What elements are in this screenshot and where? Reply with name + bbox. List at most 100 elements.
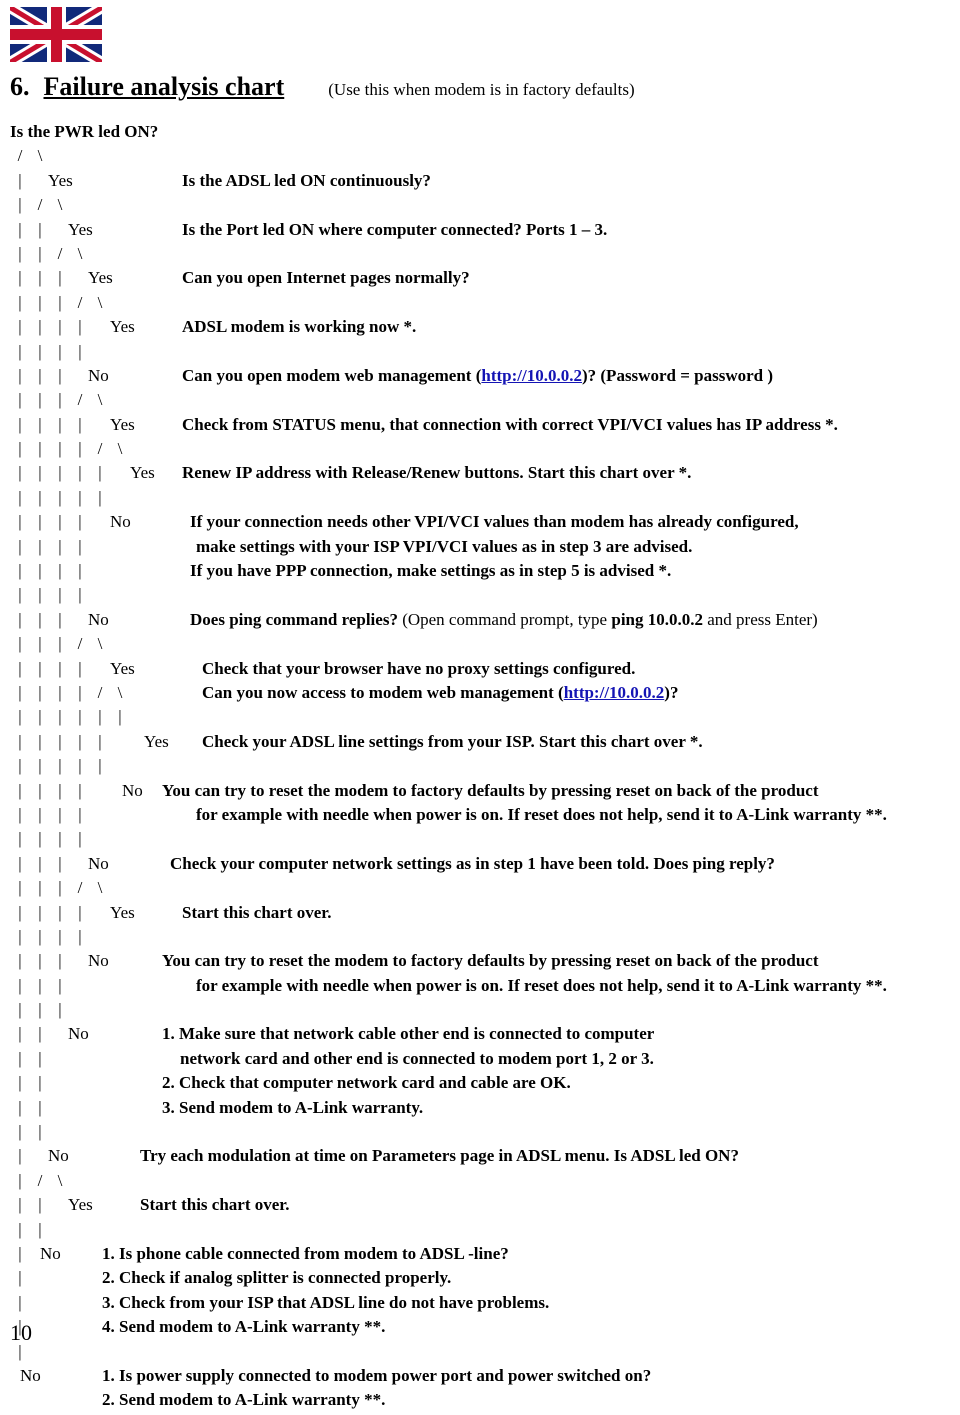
web-management-link[interactable]: http://10.0.0.2 [481, 366, 582, 385]
tree-pipe: | [58, 804, 62, 824]
tree-connectors: | | | | [10, 512, 90, 532]
tree-branch-right: \ [37, 146, 43, 166]
chart-row: | | | | [10, 342, 956, 366]
tree-connectors: | | | | [10, 903, 90, 923]
tree-pipe: | [18, 487, 22, 507]
chart-row: | | | No You can try to reset the modem to f… [10, 951, 956, 975]
branch-label-yes: Yes [68, 219, 93, 239]
tree-connectors: | | | | | | [10, 707, 130, 727]
tree-pipe: | [58, 707, 62, 727]
branch-label-yes: Yes [110, 902, 135, 922]
tree-connectors: | | [10, 1049, 50, 1069]
branch-label-no: No [40, 1243, 61, 1263]
chart-row: / \ [10, 146, 956, 170]
tree-connectors: | | | | | [10, 732, 110, 752]
chart-row: | | | | If you have PPP connection, make set… [10, 561, 956, 585]
chart-row: | | 2. Check that computer network card an… [10, 1073, 956, 1097]
tree-pipe: | [18, 536, 22, 556]
tree-pipe: | [38, 902, 42, 922]
tree-pipe: | [38, 487, 42, 507]
chart-row: | | | No Check your computer network setting… [10, 854, 956, 878]
tree-connectors: | | | | [10, 829, 90, 849]
tree-pipe: | [18, 1048, 22, 1068]
tree-pipe: | [38, 804, 42, 824]
tree-pipe: | [38, 853, 42, 873]
chart-row: | | | [10, 1000, 956, 1024]
chart-row: No 1. Is power supply connected to modem … [10, 1366, 956, 1390]
chart-row: | | network card and other end is connecte… [10, 1049, 956, 1073]
tree-pipe: | [18, 1097, 22, 1117]
chart-row: 2. Send modem to A-Link warranty **. [10, 1390, 956, 1414]
chart-row: | | | | make settings with your ISP VPI/VCI … [10, 537, 956, 561]
tree-connectors: | | [10, 220, 50, 240]
chart-step-text: make settings with your ISP VPI/VCI valu… [196, 536, 693, 556]
tree-pipe: | [38, 585, 42, 605]
tree-connectors: | | | | [10, 415, 90, 435]
tree-pipe: | [18, 1170, 22, 1190]
inline-bold-text: ping 10.0.0.2 [611, 609, 703, 629]
chart-row: | No Try each modulation at time on Parame… [10, 1146, 956, 1170]
tree-connectors: | | | [10, 1000, 70, 1020]
tree-pipe: | [18, 731, 22, 751]
tree-branch-left: / [77, 390, 83, 410]
tree-pipe: | [38, 1097, 42, 1117]
tree-pipe: | [18, 1292, 22, 1312]
chart-step-text: If your connection needs other VPI/VCI v… [190, 512, 799, 532]
chart-step-text: Renew IP address with Release/Renew butt… [182, 463, 692, 483]
branch-label-no: No [68, 1024, 89, 1044]
tree-connectors: | | | [10, 976, 70, 996]
tree-pipe: | [18, 512, 22, 532]
tree-branch-left: / [77, 292, 83, 312]
chart-step-text: Start this chart over. [140, 1195, 290, 1215]
tree-pipe: | [18, 829, 22, 849]
chart-row: | | | | | [10, 488, 956, 512]
tree-pipe: | [78, 317, 82, 337]
chart-row: | | | | | Yes Renew IP address with Release/Re… [10, 463, 956, 487]
chart-row: | | | | Yes Check from STATUS menu, that conn… [10, 415, 956, 439]
tree-pipe: | [98, 731, 102, 751]
chart-row: | | | | | Yes Check your ADSL line settings fr… [10, 732, 956, 756]
branch-label-no: No [20, 1365, 41, 1385]
tree-pipe: | [18, 756, 22, 776]
tree-branch-left: / [77, 634, 83, 654]
branch-label-yes: Yes [144, 731, 169, 751]
branch-label-yes: Yes [130, 463, 155, 483]
tree-pipe: | [58, 512, 62, 532]
chart-row: | | | No Can you open modem web management (… [10, 366, 956, 390]
chart-row: | 2. Check if analog splitter is connecte… [10, 1268, 956, 1292]
chart-step-text: You can try to reset the modem to factor… [162, 951, 819, 971]
tree-pipe: | [38, 219, 42, 239]
chart-step-text: Does ping command replies? (Open command… [190, 609, 818, 629]
tree-branch-right: \ [97, 292, 103, 312]
tree-pipe: | [58, 317, 62, 337]
tree-pipe: | [78, 926, 82, 946]
tree-connectors: | | | [10, 366, 70, 386]
chart-step-text: Check your ADSL line settings from your … [202, 731, 703, 751]
web-management-link[interactable]: http://10.0.0.2 [564, 683, 665, 702]
tree-connectors: | | | / \ [10, 878, 110, 898]
tree-connectors: | | | | | [10, 463, 110, 483]
tree-branch-right: \ [77, 243, 83, 263]
tree-pipe: | [58, 902, 62, 922]
tree-pipe: | [78, 829, 82, 849]
tree-connectors: | | [10, 1073, 50, 1093]
chart-row: | | | | No You can try to reset the modem to … [10, 781, 956, 805]
tree-branch-left: / [57, 243, 63, 263]
tree-connectors: | | | [10, 854, 70, 874]
tree-pipe: | [18, 1268, 22, 1288]
tree-pipe: | [58, 756, 62, 776]
tree-pipe: | [18, 195, 22, 215]
tree-pipe: | [38, 365, 42, 385]
chart-row: | | 3. Send modem to A-Link warranty. [10, 1098, 956, 1122]
tree-pipe: | [38, 609, 42, 629]
tree-branch-left: / [97, 682, 103, 702]
tree-pipe: | [38, 1122, 42, 1142]
tree-pipe: | [38, 1219, 42, 1239]
chart-row: | 4. Send modem to A-Link warranty **. [10, 1317, 956, 1341]
branch-label-no: No [88, 365, 109, 385]
tree-pipe: | [98, 487, 102, 507]
chart-step-text: 4. Send modem to A-Link warranty **. [102, 1317, 386, 1337]
tree-pipe: | [58, 268, 62, 288]
branch-label-no: No [110, 512, 131, 532]
chart-row: | | | | / \ Can you now access to modem web ma… [10, 683, 956, 707]
